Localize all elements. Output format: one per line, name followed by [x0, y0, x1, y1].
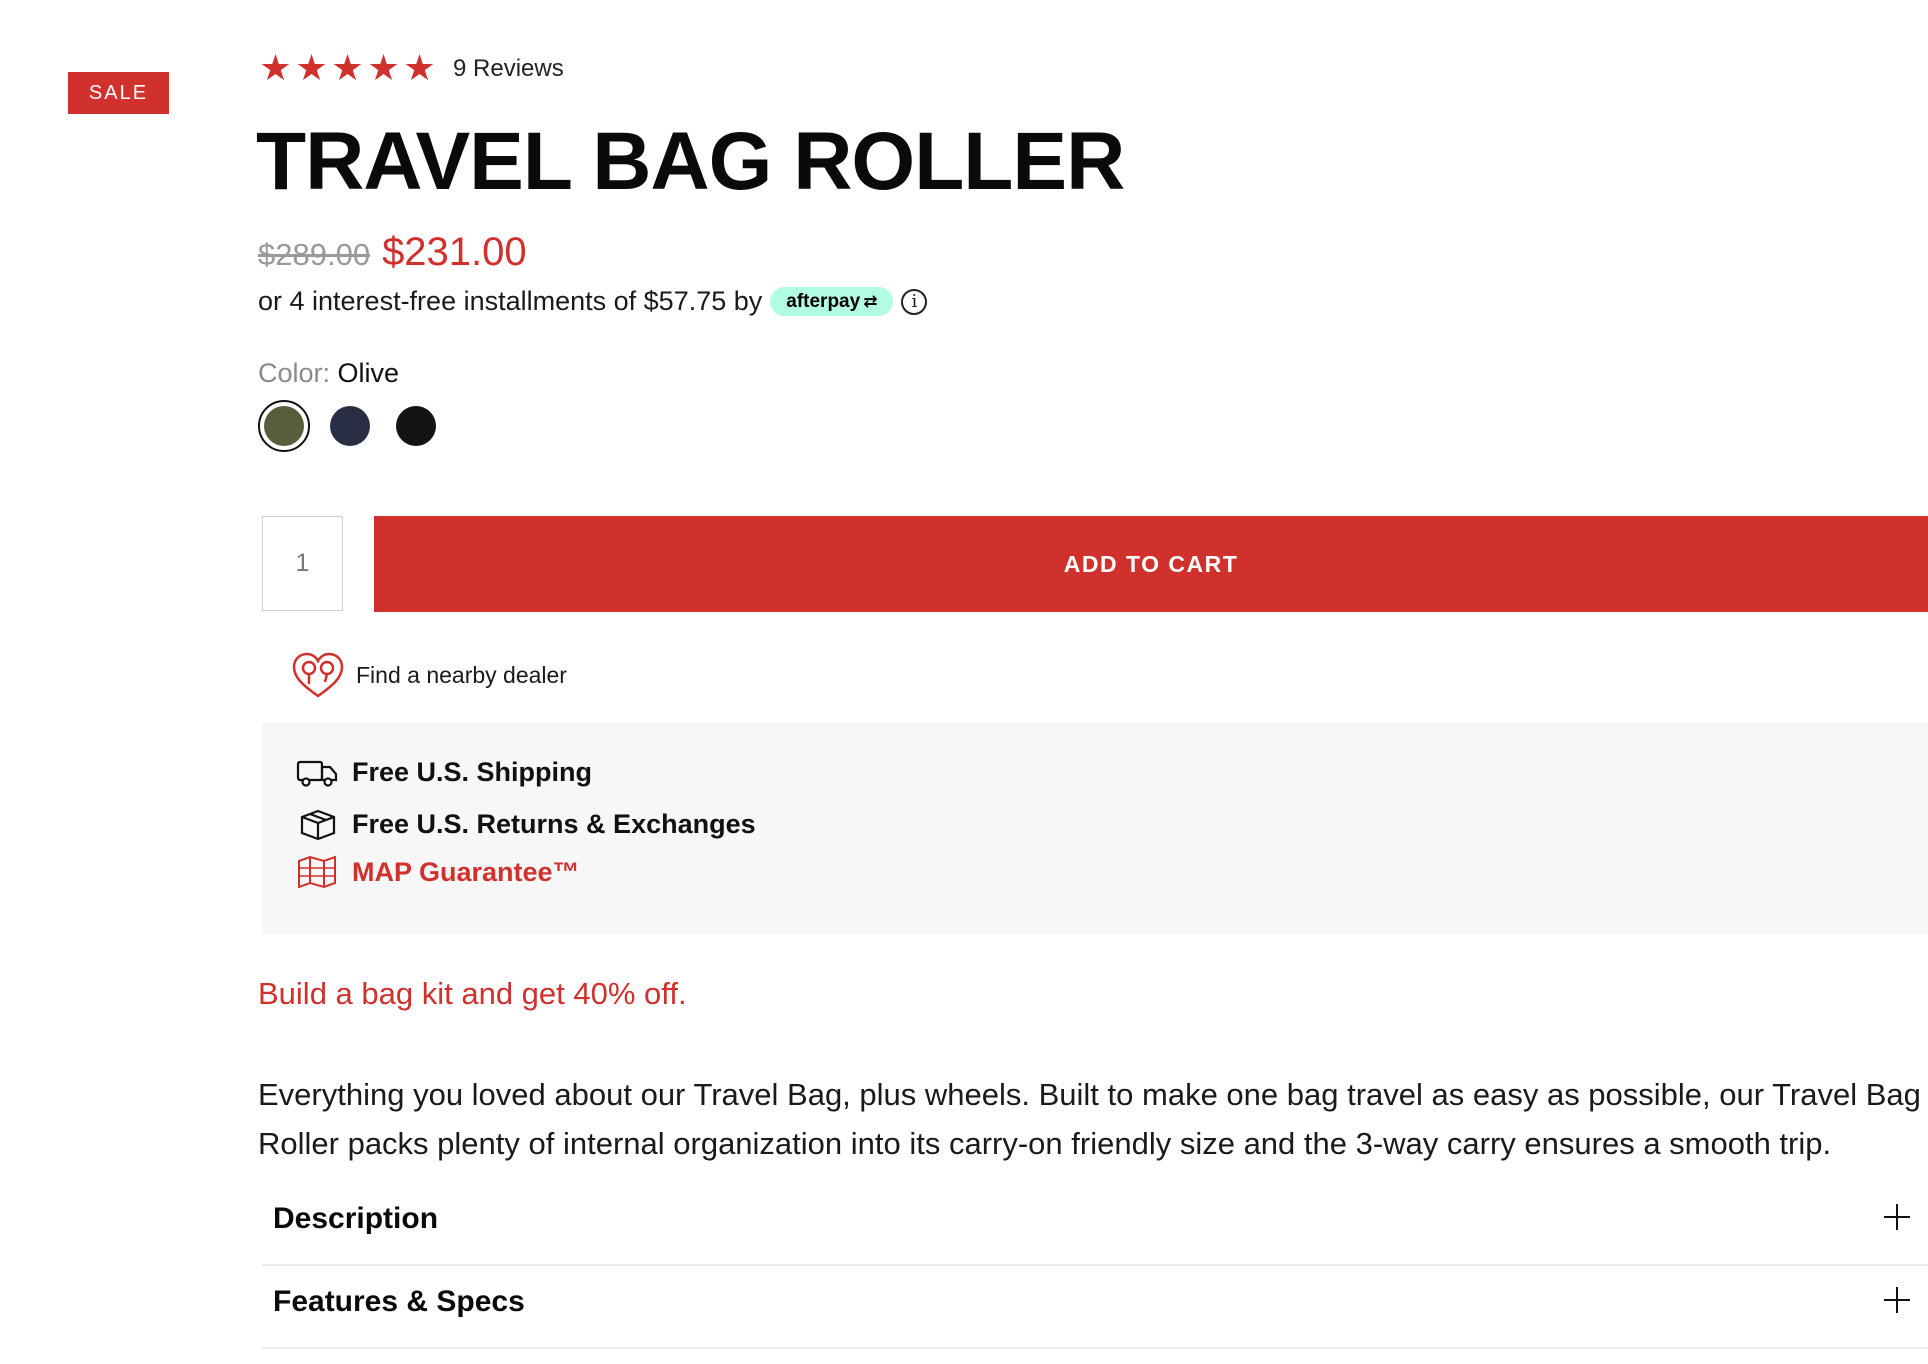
map-guarantee-link[interactable]: MAP Guarantee™ — [296, 855, 580, 889]
find-dealer-label: Find a nearby dealer — [356, 661, 567, 688]
afterpay-row: or 4 interest-free installments of $57.7… — [258, 286, 928, 317]
color-label-text: Color: — [258, 358, 331, 388]
plus-icon[interactable] — [1884, 1287, 1910, 1313]
original-price: $289.00 — [258, 237, 371, 272]
product-summary: Everything you loved about our Travel Ba… — [258, 1077, 1921, 1161]
afterpay-arrows-icon: ⇄ — [863, 291, 878, 311]
afterpay-text: or 4 interest-free installments of $57.7… — [258, 286, 763, 316]
plus-icon[interactable] — [1884, 1204, 1910, 1230]
info-icon[interactable]: i — [901, 288, 928, 315]
star-icon: ★ — [259, 48, 292, 89]
map-icon — [298, 855, 336, 889]
benefit-label: MAP Guarantee™ — [352, 856, 580, 887]
color-swatches — [258, 400, 456, 452]
accordion-title: Features & Specs — [273, 1285, 525, 1318]
price-row: $289.00 $231.00 — [258, 230, 527, 275]
location-heart-icon — [292, 652, 344, 698]
swatch-olive[interactable] — [258, 400, 310, 452]
reviews-link[interactable]: 9 Reviews — [453, 55, 564, 83]
truck-icon — [296, 760, 338, 787]
add-to-cart-button[interactable]: ADD TO CART — [374, 516, 1928, 612]
star-icon: ★ — [403, 48, 436, 89]
bag-kit-promo-link[interactable]: Build a bag kit and get 40% off. — [258, 976, 687, 1012]
benefit-label: Free U.S. Shipping — [352, 756, 593, 787]
swatch-black[interactable] — [390, 400, 442, 452]
sale-badge: SALE — [68, 72, 169, 114]
swatch-olive-fill — [264, 406, 304, 446]
star-icon: ★ — [331, 48, 364, 89]
box-icon — [300, 809, 336, 841]
product-title: TRAVEL BAG ROLLER — [256, 116, 1125, 207]
accordion-features-specs[interactable]: Features & Specs — [262, 1267, 1928, 1349]
accordion-description[interactable]: Description — [262, 1184, 1928, 1266]
accordion-title: Description — [273, 1202, 439, 1235]
star-rating: ★ ★ ★ ★ ★ — [258, 51, 437, 87]
swatch-navy-fill — [330, 406, 370, 446]
quantity-input[interactable]: 1 — [262, 516, 343, 611]
benefits-panel: Free U.S. Shipping Free U.S. Returns & E… — [262, 723, 1928, 934]
benefit-label: Free U.S. Returns & Exchanges — [352, 808, 756, 839]
swatch-black-fill — [396, 406, 436, 446]
swatch-navy[interactable] — [324, 400, 376, 452]
afterpay-logo: afterpay ⇄ — [770, 287, 894, 316]
star-icon: ★ — [295, 48, 328, 89]
color-selected-value: Olive — [337, 358, 400, 388]
benefit-returns: Free U.S. Returns & Exchanges — [296, 807, 756, 841]
star-icon: ★ — [367, 48, 400, 89]
rating[interactable]: ★ ★ ★ ★ ★ 9 Reviews — [258, 50, 564, 88]
find-dealer-link[interactable]: Find a nearby dealer — [290, 650, 567, 700]
afterpay-brand: afterpay — [786, 290, 861, 312]
sale-price: $231.00 — [382, 230, 527, 274]
benefit-shipping: Free U.S. Shipping — [296, 755, 592, 789]
color-label: Color: Olive — [258, 358, 399, 389]
